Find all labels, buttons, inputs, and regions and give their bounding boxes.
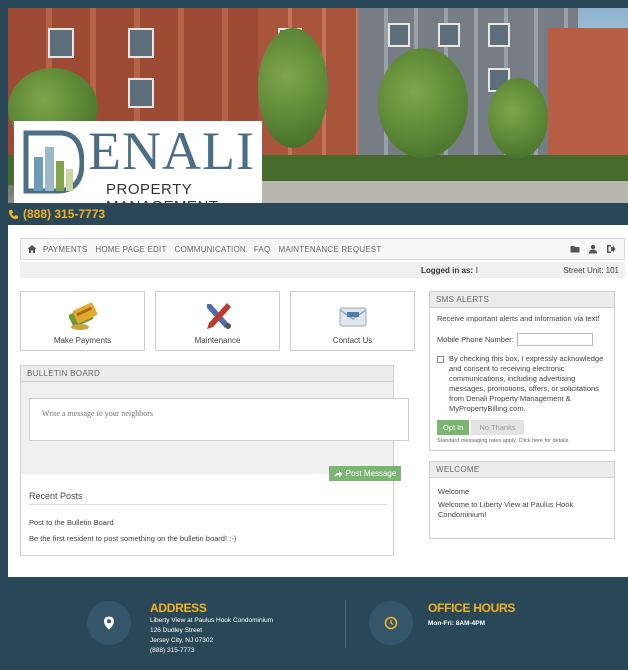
map-pin-icon [104,616,114,630]
sms-alerts-title: SMS ALERTS [430,292,614,308]
main-content: PAYMENTS HOME PAGE EDIT COMMUNICATION FA… [8,225,628,577]
tile-maintenance-label: Maintenance [194,336,241,345]
recent-post-line: Post to the Bulletin Board [29,518,114,527]
phone-icon [8,209,19,219]
phone-number: (888) 315-7773 [23,207,106,221]
user-icon[interactable] [588,244,598,254]
footer: ADDRESS Liberty View at Paulus Hook Cond… [8,586,628,670]
tile-make-payments[interactable]: Make Payments [20,291,145,351]
mail-icon [339,307,366,327]
divider [29,504,387,505]
sms-fine-print[interactable]: Standard messaging rates apply. Click he… [437,438,607,444]
company-logo[interactable]: ENALI PROPERTY MANAGEMENT [14,121,262,203]
recent-post-line: Be the first resident to post something … [29,534,237,543]
address-line: Jersey City, NJ 07302 [150,637,214,644]
tile-contact-us-label: Contact Us [332,336,373,345]
post-message-label: Post Message [345,469,397,478]
post-message-button[interactable]: Post Message [329,466,401,481]
welcome-panel: WELCOME Welcome Welcome to Liberty View … [429,461,615,539]
bulletin-board-panel: BULLETIN BOARD Post Message Recent Posts… [20,365,409,556]
office-hours-title: OFFICE HOURS [428,601,516,615]
nav-communication[interactable]: COMMUNICATION [175,245,246,254]
header-phone[interactable]: (888) 315-7773 [8,206,105,222]
tile-contact-us[interactable]: Contact Us [290,291,415,351]
logo-mark-icon [23,130,84,194]
opt-in-button[interactable]: Opt In [437,420,470,435]
address-line: Liberty View at Paulus Hook Condominium [150,617,274,624]
address-line: 126 Dudley Street [150,627,203,634]
login-user: l [476,265,478,275]
address-title: ADDRESS [150,601,207,615]
sms-alerts-panel: SMS ALERTS Receive important alerts and … [429,291,615,451]
consent-text: By checking this box, I expressly acknow… [449,354,604,413]
payment-icon [68,302,97,330]
footer-divider [345,600,346,648]
home-icon[interactable] [21,239,43,259]
login-bar: Logged in as: l Street Unit: 101 [20,262,625,278]
recent-posts-heading: Recent Posts [29,491,83,501]
login-label: Logged in as: [421,265,473,275]
share-icon [334,470,343,477]
nav-payments[interactable]: PAYMENTS [43,245,87,254]
header-banner: ENALI PROPERTY MANAGEMENT [8,8,628,203]
nav-maintenance-request[interactable]: MAINTENANCE REQUEST [278,245,381,254]
nav-faq[interactable]: FAQ [254,245,271,254]
main-nav: PAYMENTS HOME PAGE EDIT COMMUNICATION FA… [20,238,625,260]
logo-wordmark: ENALI [88,121,255,181]
nav-home-page-edit[interactable]: HOME PAGE EDIT [95,245,166,254]
bulletin-board-title: BULLETIN BOARD [21,366,393,382]
tile-maintenance[interactable]: Maintenance [155,291,280,351]
office-hours-text: Mon-Fri: 8AM-4PM [428,620,486,627]
bulletin-message-input[interactable] [29,398,409,441]
unit-label: Street Unit: 101 [563,265,619,275]
tile-make-payments-label: Make Payments [53,336,112,345]
welcome-body: Welcome to Liberty View at Paulus Hook C… [438,500,574,519]
logout-icon[interactable] [606,244,616,254]
no-thanks-button[interactable]: No Thanks [471,420,524,435]
tools-icon [206,303,231,329]
mobile-phone-input[interactable] [516,333,593,346]
page: ENALI PROPERTY MANAGEMENT (888) 315-7773… [0,0,628,670]
sms-intro: Receive important alerts and information… [437,314,600,323]
logo-subtitle: PROPERTY MANAGEMENT [106,181,218,203]
mobile-phone-label: Mobile Phone Number: [437,335,514,344]
consent-checkbox[interactable] [437,356,444,363]
address-phone[interactable]: (888) 315-7773 [150,646,194,655]
folder-icon[interactable] [570,244,580,254]
welcome-heading: Welcome [438,487,470,496]
clock-icon [384,616,398,630]
welcome-title: WELCOME [430,462,614,478]
